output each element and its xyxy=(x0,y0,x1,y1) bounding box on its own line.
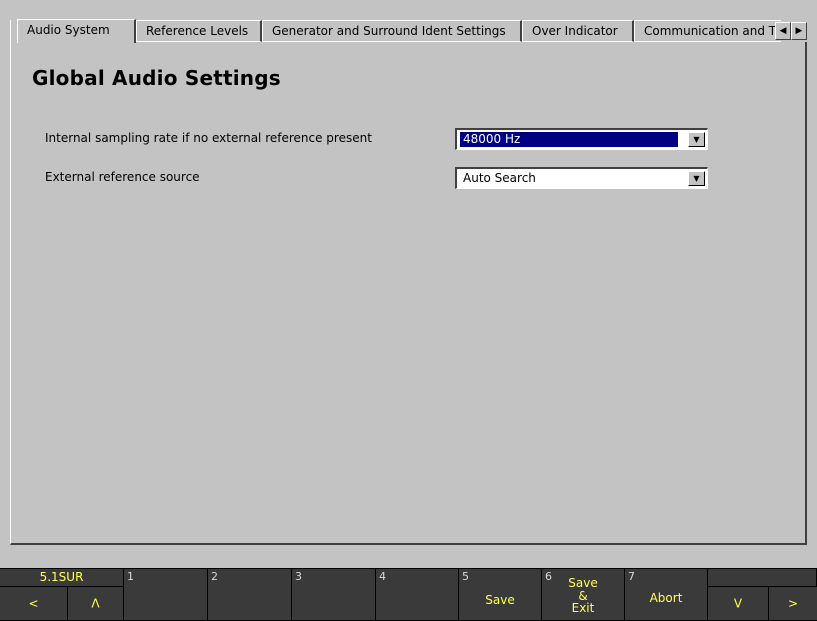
softkey-2[interactable]: 2 xyxy=(208,569,292,620)
up-arrow-button[interactable]: Λ xyxy=(68,587,124,620)
softkey-number: 5 xyxy=(462,570,469,583)
chevron-down-icon[interactable]: ▼ xyxy=(688,171,705,186)
down-arrow-icon: V xyxy=(733,596,743,610)
tab-audio-system[interactable]: Audio System xyxy=(17,19,136,43)
tab-reference-levels[interactable]: Reference Levels xyxy=(136,20,262,42)
softkey-1[interactable]: 1 xyxy=(124,569,208,620)
chevron-down-icon[interactable]: ▼ xyxy=(688,132,705,147)
right-arrow-button[interactable]: > xyxy=(769,587,817,620)
internal-sampling-rate-value: 48000 Hz xyxy=(459,131,679,148)
tab-generator-surround-ident[interactable]: Generator and Surround Ident Settings xyxy=(262,20,522,42)
tab-over-indicator[interactable]: Over Indicator xyxy=(522,20,634,42)
mode-label: 5.1SUR xyxy=(39,570,84,584)
tab-strip-edge xyxy=(10,20,17,42)
left-arrow-button[interactable]: < xyxy=(0,587,68,620)
right-arrow-icon: > xyxy=(787,596,799,610)
mode-softkey[interactable]: 5.1SUR xyxy=(0,569,124,586)
tab-strip: Audio System Reference Levels Generator … xyxy=(10,19,807,43)
tab-scroll-right-icon[interactable]: ▶ xyxy=(791,22,807,40)
save-label: Save xyxy=(485,593,515,607)
softkey-3[interactable]: 3 xyxy=(292,569,376,620)
external-reference-source-dropdown[interactable]: Auto Search ▼ xyxy=(455,167,708,189)
tab-scroll-left-icon[interactable]: ◀ xyxy=(775,22,791,40)
tab-communication[interactable]: Communication and Tir xyxy=(634,20,781,42)
internal-sampling-rate-dropdown[interactable]: 48000 Hz ▼ xyxy=(455,128,708,150)
abort-label: Abort xyxy=(649,591,683,605)
up-arrow-icon: Λ xyxy=(91,596,100,610)
save-exit-softkey[interactable]: 6 Save & Exit xyxy=(542,569,625,620)
save-exit-label-line3: Exit xyxy=(571,601,595,615)
abort-softkey[interactable]: 7 Abort xyxy=(625,569,708,620)
save-exit-label-line1: Save xyxy=(568,576,598,590)
softkey-blank xyxy=(708,569,817,586)
page-title: Global Audio Settings xyxy=(32,66,281,90)
external-reference-source-value: Auto Search xyxy=(463,171,536,185)
settings-panel: Global Audio Settings Internal sampling … xyxy=(10,42,807,545)
external-reference-source-label: External reference source xyxy=(45,170,200,184)
down-arrow-button[interactable]: V xyxy=(708,587,769,620)
softkey-number: 2 xyxy=(211,570,218,583)
left-arrow-icon: < xyxy=(28,596,39,610)
softkey-4[interactable]: 4 xyxy=(376,569,459,620)
softkey-number: 4 xyxy=(379,570,386,583)
softkey-number: 7 xyxy=(628,570,635,583)
internal-sampling-rate-label: Internal sampling rate if no external re… xyxy=(45,131,372,145)
save-softkey[interactable]: 5 Save xyxy=(459,569,542,620)
softkey-number: 3 xyxy=(295,570,302,583)
softkey-bar: 5.1SUR < Λ 1 2 3 4 5 Save 6 Save & Exit … xyxy=(0,568,817,621)
softkey-number: 1 xyxy=(127,570,134,583)
